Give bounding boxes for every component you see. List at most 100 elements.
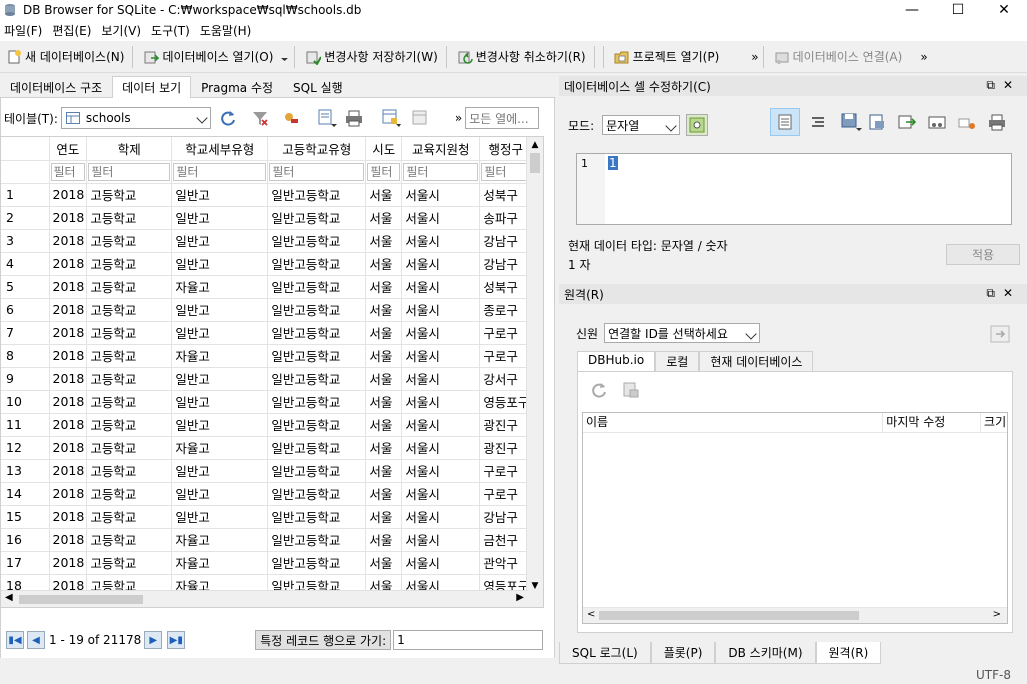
table-cell[interactable]: 일반고등학교: [267, 206, 367, 230]
tab-db-schema[interactable]: DB 스키마(M): [715, 642, 816, 664]
row-number[interactable]: 6: [1, 298, 50, 322]
table-cell[interactable]: 강남구: [479, 252, 533, 276]
column-header[interactable]: 크기: [981, 413, 1007, 432]
table-cell[interactable]: 일반고등학교: [267, 482, 367, 506]
row-number[interactable]: 10: [1, 390, 50, 414]
table-cell[interactable]: 일반고등학교: [267, 459, 367, 483]
menu-tools[interactable]: 도구(T): [147, 22, 196, 39]
open-in-app-icon[interactable]: [928, 113, 946, 131]
table-cell[interactable]: 금천구: [479, 528, 533, 552]
table-cell[interactable]: 2018: [49, 413, 88, 437]
column-filter-input[interactable]: 필터: [88, 162, 171, 181]
table-cell[interactable]: 자율고: [171, 275, 269, 299]
table-cell[interactable]: 2018: [49, 459, 88, 483]
grid-vertical-scrollbar[interactable]: ▲ ▼: [526, 137, 543, 607]
table-cell[interactable]: 강서구: [479, 367, 533, 391]
delete-record-icon[interactable]: [411, 109, 429, 127]
table-cell[interactable]: 서울시: [401, 344, 481, 368]
table-cell[interactable]: 강남구: [479, 229, 533, 253]
table-cell[interactable]: 강남구: [479, 505, 533, 529]
table-cell[interactable]: 일반고등학교: [267, 505, 367, 529]
write-changes-button[interactable]: 변경사항 저장하기(W): [301, 44, 441, 70]
table-row[interactable]: 14 2018 고등학교 일반고 일반고등학교 서울 서울시 구로구: [1, 482, 533, 506]
scroll-left-arrow-icon[interactable]: ◀: [5, 592, 13, 603]
table-cell[interactable]: 서울: [365, 528, 403, 552]
table-row[interactable]: 5 2018 고등학교 자율고 일반고등학교 서울 서울시 성북구: [1, 275, 533, 299]
column-header[interactable]: 교육지원청: [401, 137, 481, 161]
refresh-icon[interactable]: [219, 109, 237, 127]
clear-sorting-icon[interactable]: [281, 109, 299, 127]
table-cell[interactable]: 2018: [49, 344, 88, 368]
mode-selector[interactable]: 문자열: [602, 115, 681, 135]
table-row[interactable]: 3 2018 고등학교 일반고 일반고등학교 서울 서울시 강남구: [1, 229, 533, 253]
table-cell[interactable]: 일반고등학교: [267, 298, 367, 322]
table-cell[interactable]: 2018: [49, 183, 88, 207]
table-cell[interactable]: 서울시: [401, 459, 481, 483]
table-row[interactable]: 4 2018 고등학교 일반고 일반고등학교 서울 서울시 강남구: [1, 252, 533, 276]
table-cell[interactable]: 광진구: [479, 413, 533, 437]
table-selector[interactable]: schools: [60, 107, 211, 129]
table-cell[interactable]: 고등학교: [86, 252, 173, 276]
table-cell[interactable]: 일반고: [171, 390, 269, 414]
row-number[interactable]: 17: [1, 551, 50, 575]
table-cell[interactable]: 일반고: [171, 505, 269, 529]
table-cell[interactable]: 일반고등학교: [267, 551, 367, 575]
float-icon[interactable]: ⧉: [986, 78, 1003, 92]
table-cell[interactable]: 일반고: [171, 413, 269, 437]
close-icon[interactable]: ✕: [981, 0, 1027, 20]
close-dock-icon[interactable]: ✕: [1003, 286, 1021, 300]
table-cell[interactable]: 성북구: [479, 275, 533, 299]
export-file-icon[interactable]: [868, 113, 886, 131]
table-cell[interactable]: 고등학교: [86, 298, 173, 322]
menu-help[interactable]: 도움말(H): [196, 22, 258, 39]
table-cell[interactable]: 2018: [49, 505, 88, 529]
row-number[interactable]: 9: [1, 367, 50, 391]
maximize-icon[interactable]: ☐: [935, 0, 981, 20]
scrollbar-thumb[interactable]: [599, 611, 859, 620]
table-cell[interactable]: 일반고: [171, 206, 269, 230]
table-cell[interactable]: 고등학교: [86, 344, 173, 368]
table-cell[interactable]: 고등학교: [86, 413, 173, 437]
cell-editor-content[interactable]: 1: [608, 156, 618, 170]
open-database-button[interactable]: 데이터베이스 열기(O): [139, 44, 277, 70]
row-number[interactable]: 2: [1, 206, 50, 230]
column-header[interactable]: 이름: [583, 413, 884, 432]
table-cell[interactable]: 일반고: [171, 229, 269, 253]
table-cell[interactable]: 2018: [49, 436, 88, 460]
row-number[interactable]: 14: [1, 482, 50, 506]
table-cell[interactable]: 일반고: [171, 183, 269, 207]
clone-database-icon[interactable]: [622, 381, 640, 399]
print-icon[interactable]: [345, 109, 363, 127]
scroll-right-arrow-icon[interactable]: ▶: [516, 592, 524, 603]
filter-all-columns-input[interactable]: 모든 열에...: [465, 107, 540, 129]
scroll-right-arrow-icon[interactable]: >: [993, 609, 1001, 620]
table-cell[interactable]: 구로구: [479, 459, 533, 483]
scroll-left-arrow-icon[interactable]: <: [587, 609, 595, 620]
table-cell[interactable]: 일반고등학교: [267, 183, 367, 207]
print-cell-icon[interactable]: [988, 113, 1006, 131]
table-cell[interactable]: 2018: [49, 206, 88, 230]
table-cell[interactable]: 관악구: [479, 551, 533, 575]
tab-database-structure[interactable]: 데이터베이스 구조: [0, 76, 112, 98]
table-row[interactable]: 13 2018 고등학교 일반고 일반고등학교 서울 서울시 구로구: [1, 459, 533, 483]
toolbar-overflow-icon[interactable]: »: [920, 50, 927, 64]
column-header[interactable]: 고등학교유형: [267, 137, 367, 161]
refresh-icon[interactable]: [590, 381, 608, 399]
table-cell[interactable]: 고등학교: [86, 551, 173, 575]
attach-database-button[interactable]: 데이터베이스 연결(A): [770, 44, 907, 70]
table-cell[interactable]: 2018: [49, 252, 88, 276]
table-row[interactable]: 2 2018 고등학교 일반고 일반고등학교 서울 서울시 송파구: [1, 206, 533, 230]
tab-sql-log[interactable]: SQL 로그(L): [559, 642, 651, 664]
menu-view[interactable]: 보기(V): [97, 22, 147, 39]
table-cell[interactable]: 서울시: [401, 183, 481, 207]
previous-record-button[interactable]: ◀: [27, 631, 45, 649]
auto-switch-mode-button[interactable]: [686, 114, 709, 136]
table-cell[interactable]: 서울: [365, 459, 403, 483]
table-cell[interactable]: 자율고: [171, 344, 269, 368]
goto-record-button[interactable]: 특정 레코드 행으로 가기:: [255, 630, 392, 650]
tab-edit-pragmas[interactable]: Pragma 수정: [191, 76, 283, 98]
tab-plot[interactable]: 플롯(P): [650, 642, 716, 664]
table-cell[interactable]: 일반고: [171, 321, 269, 345]
menu-file[interactable]: 파일(F): [0, 22, 48, 39]
table-cell[interactable]: 서울시: [401, 390, 481, 414]
